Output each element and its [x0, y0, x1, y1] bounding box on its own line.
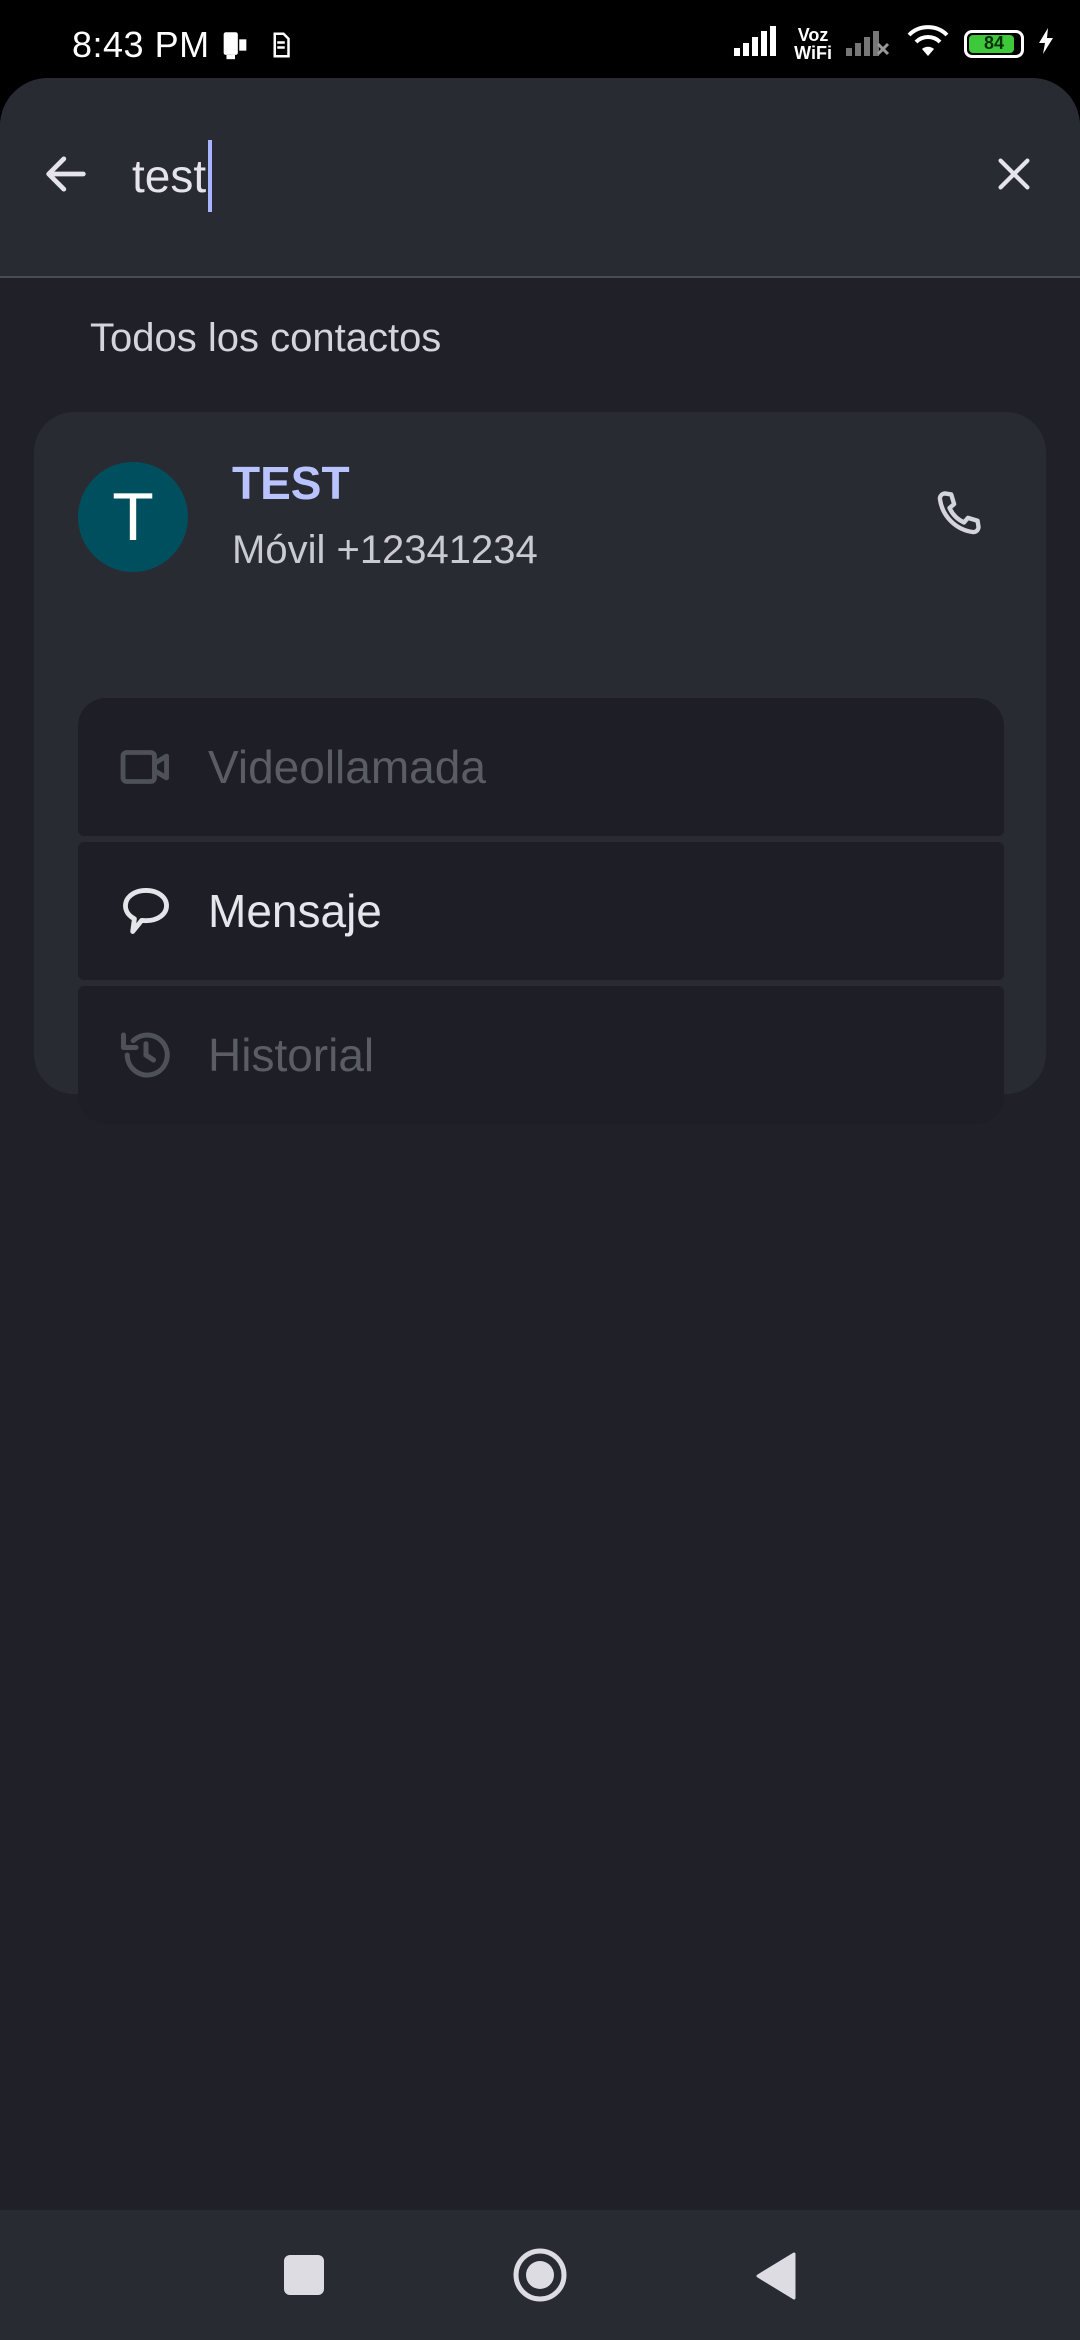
battery-indicator: 84: [964, 29, 1024, 58]
phone-icon: [937, 491, 981, 535]
status-bar: 8:43 PM Voz WiFi 84: [0, 0, 1080, 80]
close-icon: [998, 158, 1030, 190]
notification-icon: [218, 28, 252, 67]
history-icon: [114, 1023, 178, 1087]
home-circle-icon: [513, 2248, 567, 2302]
status-right-icons: Voz WiFi 84: [732, 22, 1056, 65]
charging-icon: [1036, 26, 1056, 61]
arrow-back-icon: [46, 156, 86, 192]
text-caret: [208, 140, 213, 212]
video-call-action[interactable]: Videollamada: [78, 698, 1004, 836]
contact-phone: Móvil +12341234: [232, 528, 538, 572]
voz-label: Voz: [797, 24, 829, 45]
system-back-button[interactable]: [752, 2250, 804, 2302]
video-icon: [114, 735, 178, 799]
sim-icon: [266, 30, 296, 65]
search-bar: test: [0, 78, 1080, 278]
message-icon: [114, 879, 178, 943]
avatar[interactable]: T: [78, 462, 188, 572]
wifi-calling-label: WiFi: [794, 42, 832, 63]
battery-level: 84: [983, 33, 1005, 53]
search-input[interactable]: test: [132, 140, 213, 212]
recents-button[interactable]: [284, 2255, 324, 2295]
search-sheet: test Todos los contactos T TEST Móvil +1…: [0, 78, 1080, 2210]
navigation-bar: [0, 2210, 1080, 2340]
back-button[interactable]: [30, 138, 102, 210]
video-call-label: Videollamada: [208, 741, 486, 793]
status-time: 8:43 PM: [72, 24, 210, 65]
call-button[interactable]: [922, 478, 994, 550]
search-query: test: [132, 150, 207, 202]
wifi-icon: [904, 22, 952, 65]
back-triangle-icon: [756, 2252, 796, 2300]
clear-search-button[interactable]: [978, 138, 1050, 210]
history-label: Historial: [208, 1029, 375, 1081]
contact-card: T TEST Móvil +12341234 Videollamada Mens…: [34, 412, 1046, 1124]
voz-wifi-indicator: Voz WiFi: [794, 26, 832, 62]
screen: 8:43 PM Voz WiFi 84 test Todos los conta…: [0, 0, 1080, 2340]
message-label: Mensaje: [208, 885, 382, 937]
home-button[interactable]: [511, 2246, 569, 2304]
section-title: Todos los contactos: [90, 316, 442, 360]
message-action[interactable]: Mensaje: [78, 842, 1004, 980]
signal-icon: [732, 24, 782, 63]
contact-name[interactable]: TEST: [232, 456, 350, 510]
status-left-icons: [218, 28, 296, 67]
signal-disabled-icon: [844, 24, 892, 63]
history-action[interactable]: Historial: [78, 986, 1004, 1124]
